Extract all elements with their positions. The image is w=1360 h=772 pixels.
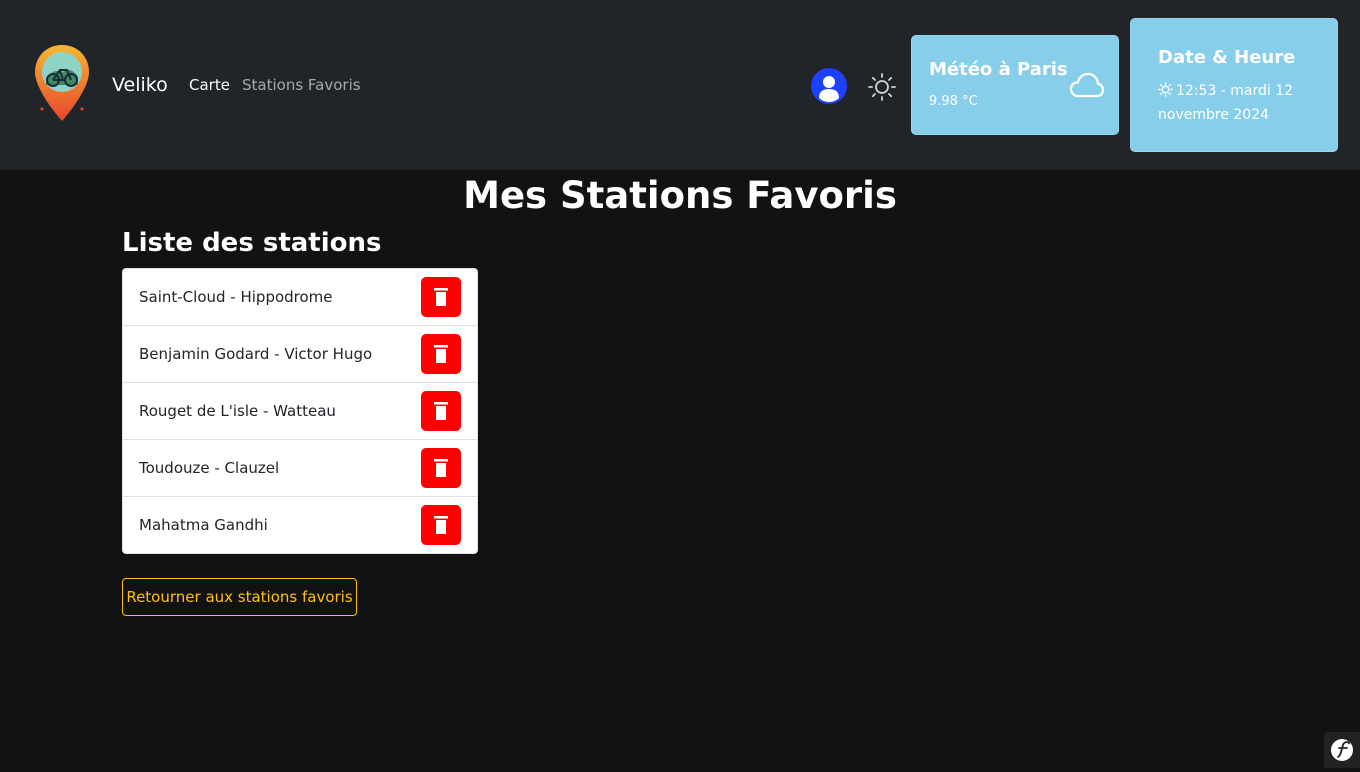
nav-link-stations-favoris[interactable]: Stations Favoris bbox=[242, 76, 361, 94]
back-to-favorites-button[interactable]: Retourner aux stations favoris bbox=[122, 578, 357, 616]
navbar: Veliko Carte Stations Favoris Météo à Pa… bbox=[0, 0, 1360, 170]
sun-icon bbox=[1158, 82, 1173, 97]
station-name: Saint-Cloud - Hippodrome bbox=[139, 288, 333, 306]
trash-icon bbox=[434, 345, 448, 363]
veliko-logo-icon[interactable] bbox=[32, 43, 92, 125]
nav-link-carte[interactable]: Carte bbox=[189, 76, 230, 94]
station-list: Saint-Cloud - Hippodrome Benjamin Godard… bbox=[122, 268, 478, 554]
weather-temperature: 9.98 °C bbox=[929, 94, 978, 109]
page-title: Mes Stations Favoris bbox=[463, 174, 897, 217]
trash-icon bbox=[434, 516, 448, 534]
delete-station-button[interactable] bbox=[421, 448, 461, 488]
station-name: Benjamin Godard - Victor Hugo bbox=[139, 345, 373, 363]
station-name: Rouget de L'isle - Watteau bbox=[139, 402, 336, 420]
station-list-item: Benjamin Godard - Victor Hugo bbox=[123, 326, 477, 383]
delete-station-button[interactable] bbox=[421, 334, 461, 374]
station-list-item: Saint-Cloud - Hippodrome bbox=[123, 269, 477, 326]
brand-name[interactable]: Veliko bbox=[112, 74, 168, 96]
user-avatar-icon[interactable] bbox=[811, 68, 847, 104]
delete-station-button[interactable] bbox=[421, 391, 461, 431]
datetime-title: Date & Heure bbox=[1158, 47, 1296, 68]
station-list-item: Mahatma Gandhi bbox=[123, 497, 477, 553]
trash-icon bbox=[434, 459, 448, 477]
station-list-item: Toudouze - Clauzel bbox=[123, 440, 477, 497]
cloud-icon bbox=[1069, 72, 1105, 98]
symfony-logo-icon bbox=[1331, 739, 1353, 761]
trash-icon bbox=[434, 288, 448, 306]
symfony-toolbar-toggle[interactable] bbox=[1324, 732, 1360, 768]
station-name: Mahatma Gandhi bbox=[139, 516, 268, 534]
station-list-item: Rouget de L'isle - Watteau bbox=[123, 383, 477, 440]
weather-card: Météo à Paris 9.98 °C bbox=[911, 35, 1119, 135]
trash-icon bbox=[434, 402, 448, 420]
weather-title: Météo à Paris bbox=[929, 59, 1068, 80]
station-name: Toudouze - Clauzel bbox=[139, 459, 280, 477]
delete-station-button[interactable] bbox=[421, 277, 461, 317]
section-title: Liste des stations bbox=[122, 228, 382, 258]
delete-station-button[interactable] bbox=[421, 505, 461, 545]
datetime-card: Date & Heure 12:53 - mardi 12 novembre 2… bbox=[1130, 18, 1338, 152]
datetime-value: 12:53 - mardi 12 novembre 2024 bbox=[1158, 83, 1294, 123]
datetime-value-wrapper: 12:53 - mardi 12 novembre 2024 bbox=[1158, 79, 1328, 127]
theme-toggle-sun-icon[interactable] bbox=[868, 73, 896, 101]
